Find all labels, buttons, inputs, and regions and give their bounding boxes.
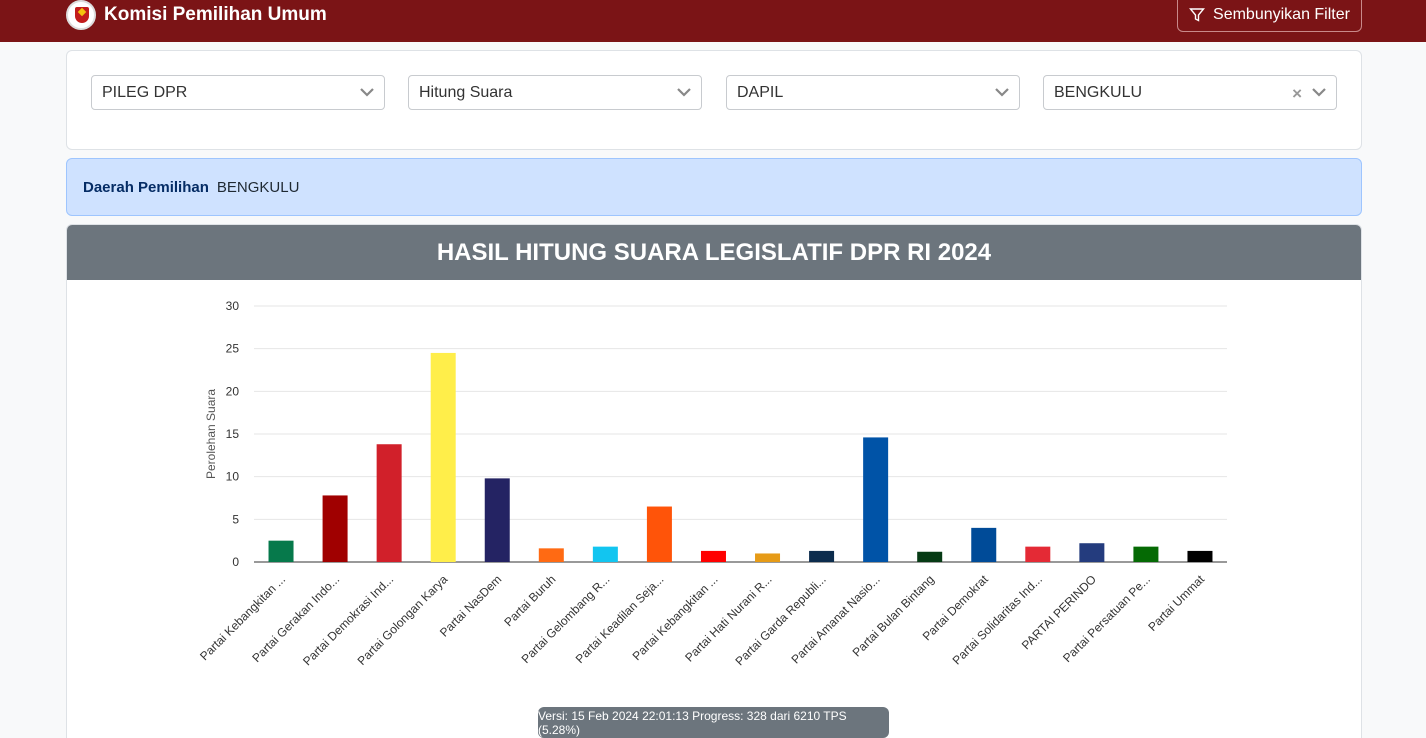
bar	[863, 437, 889, 562]
x-tick-label: Partai Gelombang R...	[519, 572, 613, 666]
level-value: DAPIL	[737, 83, 784, 101]
bar	[646, 506, 672, 562]
x-tick-label: Partai Keadilan Seja...	[573, 572, 667, 666]
bar	[1025, 546, 1051, 562]
bar	[809, 550, 835, 562]
chevron-down-icon	[360, 88, 374, 97]
toggle-filter-label: Sembunyikan Filter	[1213, 6, 1350, 23]
region-select[interactable]: BENGKULU ×	[1043, 75, 1337, 110]
bar	[755, 553, 781, 562]
y-tick-label: 10	[226, 470, 240, 484]
bar	[917, 551, 943, 562]
level-select[interactable]: DAPIL	[726, 75, 1020, 110]
y-tick-label: 25	[226, 342, 240, 356]
y-tick-label: 30	[226, 299, 240, 313]
bar	[484, 478, 510, 562]
bar	[430, 352, 456, 562]
x-tick-label: Partai Buruh	[501, 572, 558, 629]
bar	[592, 546, 618, 562]
chevron-down-icon	[1312, 88, 1326, 97]
region-info-value: BENGKULU	[216, 178, 300, 196]
brand[interactable]: Komisi Pemilihan Umum	[66, 0, 327, 30]
filter-icon	[1189, 8, 1206, 22]
bar	[322, 495, 348, 562]
y-axis-label: Perolehan Suara	[204, 389, 218, 479]
election-type-select[interactable]: PILEG DPR	[91, 75, 385, 110]
x-tick-label: Partai Solidaritas Ind...	[950, 572, 1045, 667]
region-info-alert: Daerah Pemilihan BENGKULU	[66, 158, 1362, 216]
x-tick-label: Partai Golongan Karya	[355, 572, 451, 668]
bar	[376, 444, 402, 562]
bar	[700, 550, 726, 562]
bar	[1187, 550, 1213, 562]
filter-card: PILEG DPR Hitung Suara DAPIL BENGKULU ×	[66, 50, 1362, 150]
y-tick-label: 0	[232, 555, 239, 569]
chart-card: HASIL HITUNG SUARA LEGISLATIF DPR RI 202…	[66, 224, 1362, 738]
x-tick-label: Partai Amanat Nasio...	[788, 572, 882, 666]
version-progress-badge: Versi: 15 Feb 2024 22:01:13 Progress: 32…	[538, 707, 889, 738]
y-tick-label: 20	[226, 384, 240, 398]
x-tick-label: Partai Garda Republi...	[732, 572, 828, 668]
region-value: BENGKULU	[1054, 83, 1143, 101]
bar	[268, 540, 294, 562]
chevron-down-icon	[995, 88, 1009, 97]
bar	[971, 527, 997, 562]
brand-title: Komisi Pemilihan Umum	[104, 4, 327, 25]
vote-bar-chart: 051015202530Perolehan SuaraPartai Kebang…	[197, 299, 1227, 668]
y-tick-label: 15	[226, 427, 240, 441]
y-tick-label: 5	[232, 512, 239, 526]
kpu-logo-icon	[66, 0, 96, 30]
election-type-value: PILEG DPR	[102, 83, 188, 101]
region-info-label: Daerah Pemilihan	[83, 178, 209, 196]
chevron-down-icon	[677, 88, 691, 97]
mode-select[interactable]: Hitung Suara	[408, 75, 702, 110]
x-tick-label: Partai Ummat	[1145, 572, 1207, 634]
bar	[1079, 543, 1105, 562]
bar	[1133, 546, 1159, 562]
clear-icon[interactable]: ×	[1292, 85, 1302, 102]
bar	[538, 548, 564, 562]
mode-value: Hitung Suara	[419, 83, 513, 101]
x-tick-label: Partai Demokrasi Ind...	[300, 572, 396, 668]
toggle-filter-button[interactable]: Sembunyikan Filter	[1177, 0, 1362, 32]
top-navbar: Komisi Pemilihan Umum Sembunyikan Filter	[0, 0, 1426, 42]
